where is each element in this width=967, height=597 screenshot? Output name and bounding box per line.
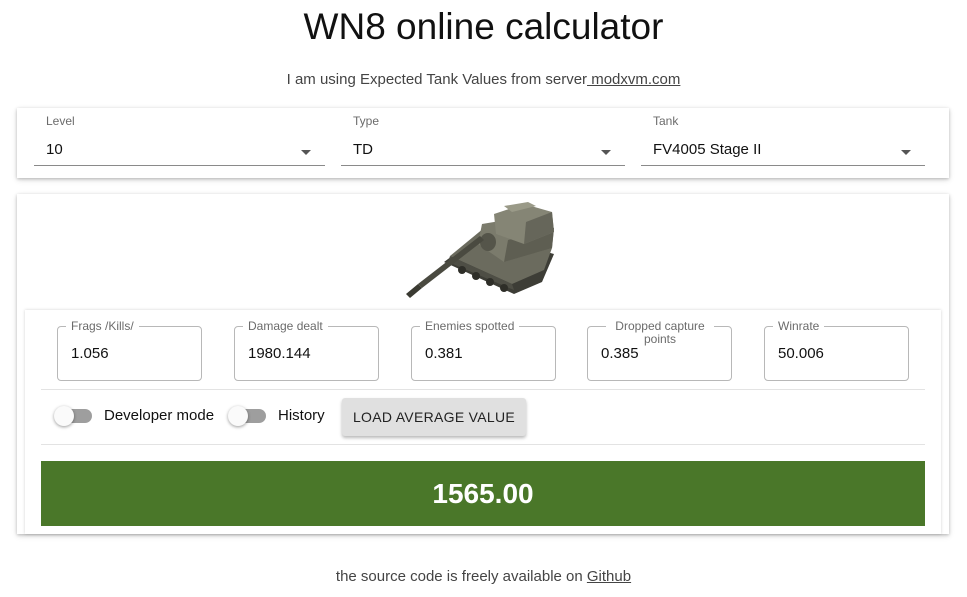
tank-select[interactable]: Tank FV4005 Stage II — [641, 108, 925, 166]
damage-field[interactable]: Damage dealt 1980.144 — [234, 320, 379, 381]
type-select[interactable]: Type TD — [341, 108, 625, 166]
tank-label: Tank — [653, 114, 679, 128]
toggle-knob — [54, 406, 74, 426]
history-label: History — [278, 407, 325, 424]
capture-value: 0.385 — [601, 345, 639, 362]
winrate-field[interactable]: Winrate 50.006 — [764, 320, 909, 381]
divider — [41, 444, 925, 445]
page-title: WN8 online calculator — [303, 6, 664, 47]
chevron-down-icon — [901, 150, 911, 155]
spotted-label: Enemies spotted — [420, 320, 520, 333]
winrate-value: 50.006 — [778, 345, 824, 362]
damage-value: 1980.144 — [248, 345, 311, 362]
github-link[interactable]: Github — [587, 568, 631, 585]
wn8-result: 1565.00 — [41, 461, 925, 526]
chevron-down-icon — [301, 150, 311, 155]
history-toggle[interactable] — [228, 406, 266, 426]
winrate-label: Winrate — [773, 320, 825, 333]
frags-value: 1.056 — [71, 345, 109, 362]
capture-label: Dropped capture points — [606, 320, 714, 346]
page-subtitle: I am using Expected Tank Values from ser… — [0, 71, 967, 88]
developer-mode-toggle[interactable] — [54, 406, 92, 426]
tank-selector-card: Level 10 Type TD Tank FV4005 Stage II — [17, 108, 949, 178]
load-average-button[interactable]: LOAD AVERAGE VALUE — [342, 398, 526, 436]
modxvm-link[interactable]: modxvm.com — [587, 71, 680, 88]
footer: the source code is freely available on G… — [0, 568, 967, 585]
footer-text: the source code is freely available on — [335, 568, 587, 585]
stats-panel: Frags /Kills/ 1.056 Damage dealt 1980.14… — [25, 310, 941, 534]
calculator-card: Frags /Kills/ 1.056 Damage dealt 1980.14… — [17, 194, 949, 534]
tank-image — [404, 202, 562, 302]
level-select[interactable]: Level 10 — [34, 108, 325, 166]
level-label: Level — [46, 114, 75, 128]
divider — [41, 389, 925, 390]
tank-value: FV4005 Stage II — [653, 141, 762, 158]
chevron-down-icon — [601, 150, 611, 155]
frags-label: Frags /Kills/ — [66, 320, 139, 333]
developer-mode-label: Developer mode — [104, 407, 215, 424]
level-value: 10 — [46, 141, 63, 158]
frags-field[interactable]: Frags /Kills/ 1.056 — [57, 320, 202, 381]
type-label: Type — [353, 114, 380, 128]
toggle-knob — [228, 406, 248, 426]
subtitle-text: I am using Expected Tank Values from ser… — [286, 71, 588, 88]
type-value: TD — [353, 141, 373, 158]
spotted-field[interactable]: Enemies spotted 0.381 — [411, 320, 556, 381]
damage-label: Damage dealt — [243, 320, 328, 333]
spotted-value: 0.381 — [425, 345, 463, 362]
capture-field[interactable]: Dropped capture points 0.385 — [587, 320, 732, 381]
